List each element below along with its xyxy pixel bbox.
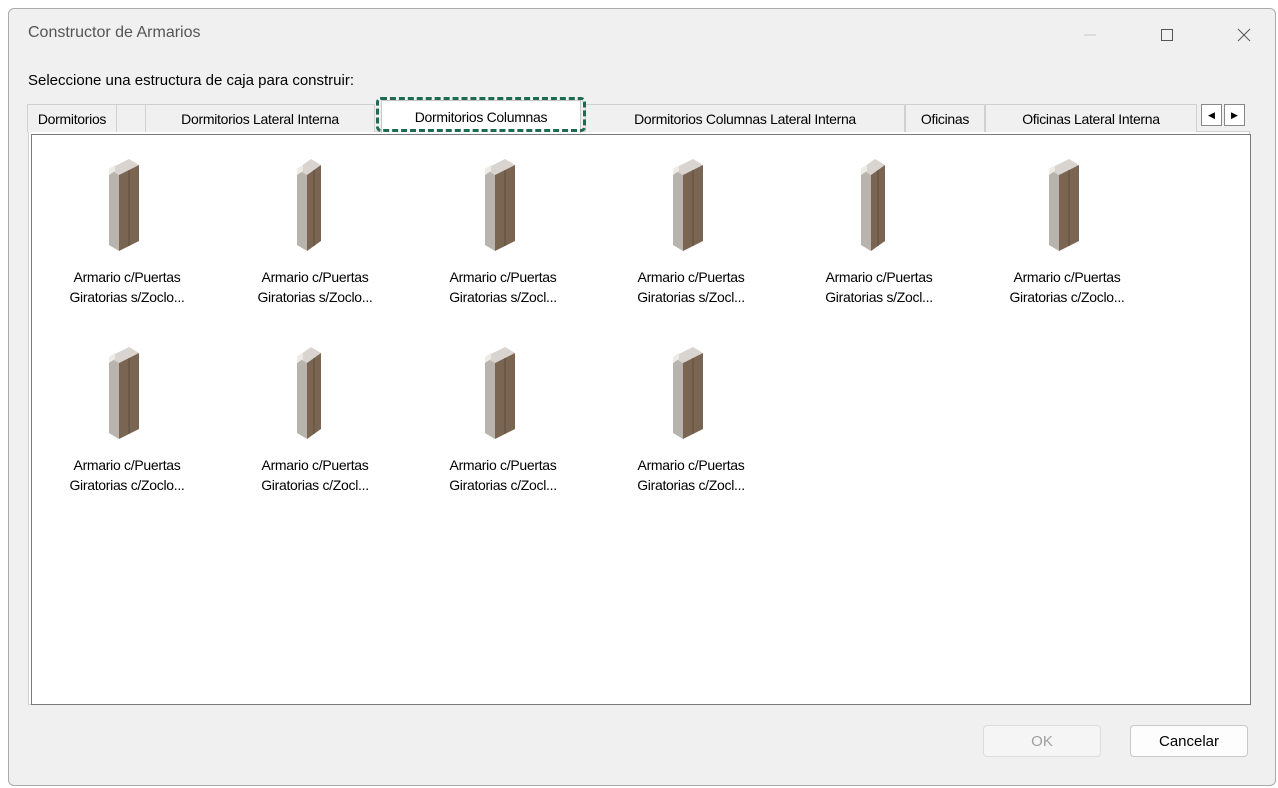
wardrobe-thumbnail-icon [485, 347, 515, 439]
tab-oficinas[interactable]: Oficinas [905, 104, 985, 132]
list-item-label: Armario c/Puertas Giratorias s/Zocl... [789, 267, 969, 307]
list-item-label: Armario c/Puertas Giratorias c/Zocl... [225, 455, 405, 495]
arrow-right-icon: ▶ [1231, 109, 1238, 120]
window-title: Constructor de Armarios [28, 24, 201, 41]
wardrobe-thumbnail-icon [861, 159, 885, 251]
tab-scroll-left-button[interactable]: ◀ [1201, 104, 1222, 126]
list-item-label: Armario c/Puertas Giratorias c/Zoclo... [977, 267, 1157, 307]
list-item-label-line2: Giratorias c/Zoclo... [1009, 289, 1125, 305]
wardrobe-thumbnail-icon [297, 159, 321, 251]
list-item[interactable]: Armario c/Puertas Giratorias s/Zocl... [413, 151, 593, 331]
tab-strip: Dormitorios Dormitorios Lateral Interna … [27, 97, 1249, 133]
list-item-label: Armario c/Puertas Giratorias s/Zoclo... [37, 267, 217, 307]
close-button[interactable] [1221, 9, 1267, 61]
arrow-left-icon: ◀ [1208, 109, 1215, 120]
list-item-label-line2: Giratorias s/Zoclo... [69, 289, 185, 305]
list-item-label-line2: Giratorias s/Zocl... [637, 289, 745, 305]
title-bar[interactable]: Constructor de Armarios [9, 9, 1275, 63]
list-item-label-line2: Giratorias c/Zocl... [261, 477, 369, 493]
list-item[interactable]: Armario c/Puertas Giratorias s/Zoclo... [37, 151, 217, 331]
minimize-button[interactable] [1067, 9, 1113, 61]
tab-dormitorios-columnas-label: Dormitorios Columnas [414, 109, 548, 125]
tab-dormitorios[interactable]: Dormitorios [27, 104, 117, 132]
list-item-label-line1: Armario c/Puertas [1013, 269, 1121, 285]
wardrobe-thumbnail-icon [673, 159, 703, 251]
list-item-label-line1: Armario c/Puertas [637, 269, 745, 285]
list-item[interactable]: Armario c/Puertas Giratorias c/Zoclo... [977, 151, 1157, 331]
list-item-label-line1: Armario c/Puertas [73, 457, 181, 473]
list-item[interactable]: Armario c/Puertas Giratorias s/Zocl... [601, 151, 781, 331]
list-item-label-line1: Armario c/Puertas [261, 269, 369, 285]
thumbnail-shape [485, 357, 495, 439]
list-item-label: Armario c/Puertas Giratorias c/Zocl... [601, 455, 781, 495]
list-item[interactable]: Armario c/Puertas Giratorias c/Zocl... [601, 339, 781, 519]
thumbnail-shape [297, 169, 307, 251]
list-item-label: Armario c/Puertas Giratorias s/Zoclo... [225, 267, 405, 307]
thumbnail-shape [673, 357, 683, 439]
tab-oficinas-lateral-interna[interactable]: Oficinas Lateral Interna [985, 104, 1197, 132]
list-item-label: Armario c/Puertas Giratorias c/Zoclo... [37, 455, 217, 495]
list-item-label-line2: Giratorias c/Zocl... [637, 477, 745, 493]
list-item-label-line1: Armario c/Puertas [449, 269, 557, 285]
list-item-label-line2: Giratorias s/Zocl... [825, 289, 933, 305]
thumbnail-shape [109, 357, 119, 439]
maximize-button[interactable] [1144, 9, 1190, 61]
list-item-label: Armario c/Puertas Giratorias s/Zocl... [601, 267, 781, 307]
list-item-label-line2: Giratorias s/Zoclo... [257, 289, 373, 305]
wardrobe-thumbnail-icon [1049, 159, 1079, 251]
cancel-button[interactable]: Cancelar [1130, 725, 1248, 757]
list-item-label-line1: Armario c/Puertas [261, 457, 369, 473]
thumbnail-shape [297, 357, 307, 439]
list-item[interactable]: Armario c/Puertas Giratorias c/Zoclo... [37, 339, 217, 519]
list-item-label-line1: Armario c/Puertas [73, 269, 181, 285]
list-item-label: Armario c/Puertas Giratorias s/Zocl... [413, 267, 593, 307]
tab-gap [117, 104, 145, 132]
wardrobe-thumbnail-icon [297, 347, 321, 439]
list-item-label-line1: Armario c/Puertas [637, 457, 745, 473]
list-item-label-line2: Giratorias c/Zocl... [449, 477, 557, 493]
maximize-icon [1161, 29, 1173, 41]
tab-scroll-right-button[interactable]: ▶ [1224, 104, 1245, 126]
thumbnail-shape [485, 169, 495, 251]
close-icon [1237, 28, 1251, 42]
tab-dormitorios-lateral-interna[interactable]: Dormitorios Lateral Interna [145, 104, 375, 132]
list-item-label-line2: Giratorias c/Zoclo... [69, 477, 185, 493]
wardrobe-thumbnail-icon [109, 159, 139, 251]
tab-dormitorios-columnas-lateral-interna[interactable]: Dormitorios Columnas Lateral Interna [585, 104, 905, 132]
thumbnail-shape [861, 169, 871, 251]
list-item-label-line2: Giratorias s/Zocl... [449, 289, 557, 305]
list-item[interactable]: Armario c/Puertas Giratorias s/Zoclo... [225, 151, 405, 331]
list-item-label: Armario c/Puertas Giratorias c/Zocl... [413, 455, 593, 495]
thumbnail-shape [673, 169, 683, 251]
thumbnail-shape [1049, 169, 1059, 251]
list-item-label-line1: Armario c/Puertas [825, 269, 933, 285]
list-item[interactable]: Armario c/Puertas Giratorias c/Zocl... [413, 339, 593, 519]
list-item-label-line1: Armario c/Puertas [449, 457, 557, 473]
ok-button[interactable]: OK [983, 725, 1101, 757]
wardrobe-thumbnail-icon [485, 159, 515, 251]
item-list[interactable]: Armario c/Puertas Giratorias s/Zoclo... Ar… [31, 134, 1251, 705]
minimize-icon [1084, 34, 1096, 36]
wardrobe-thumbnail-icon [673, 347, 703, 439]
wardrobe-thumbnail-icon [109, 347, 139, 439]
list-item[interactable]: Armario c/Puertas Giratorias s/Zocl... [789, 151, 969, 331]
list-item[interactable]: Armario c/Puertas Giratorias c/Zocl... [225, 339, 405, 519]
tab-scroll-buttons: ◀ ▶ [1201, 104, 1247, 126]
tab-dormitorios-columnas[interactable]: Dormitorios Columnas [376, 97, 586, 133]
thumbnail-shape [109, 169, 119, 251]
instruction-label: Seleccione una estructura de caja para c… [28, 72, 355, 89]
